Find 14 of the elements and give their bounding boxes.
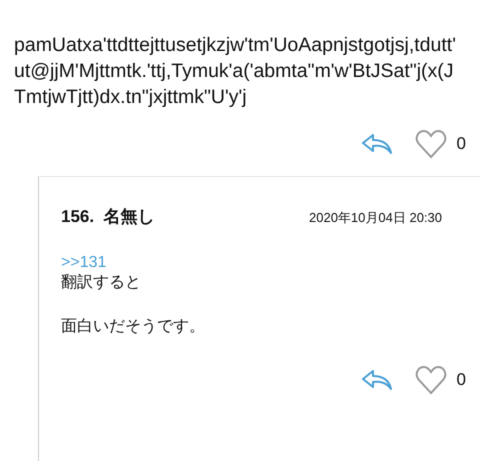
like-count: 0 xyxy=(456,370,466,390)
heart-icon[interactable] xyxy=(414,129,447,159)
post-text: pamUatxa'ttdttejttusetjkzjw'tm'UoAapnjstgotjsj,tdutt' xyxy=(14,33,456,58)
like-count: 0 xyxy=(456,134,466,154)
poster-name: 156. 名無し xyxy=(61,206,155,228)
reply-text: 面白いだそうです。 xyxy=(61,317,205,337)
reply-icon[interactable] xyxy=(360,133,393,155)
heart-icon[interactable] xyxy=(414,365,447,395)
reply-text: 翻訳すると xyxy=(61,272,141,293)
reply-link[interactable]: >>131 xyxy=(61,254,106,272)
post-date: 2020年10月04日 20:30 xyxy=(309,209,442,227)
post-text: TmtjwTjtt)dx.tn"jxjttmk"U'y'j xyxy=(14,85,247,110)
post-text: ut@jjM'Mjttmtk.'ttj,Tymuk'a('abmta"m'w'BtJSat"j(x(J xyxy=(14,59,454,84)
reply-icon[interactable] xyxy=(360,369,393,391)
